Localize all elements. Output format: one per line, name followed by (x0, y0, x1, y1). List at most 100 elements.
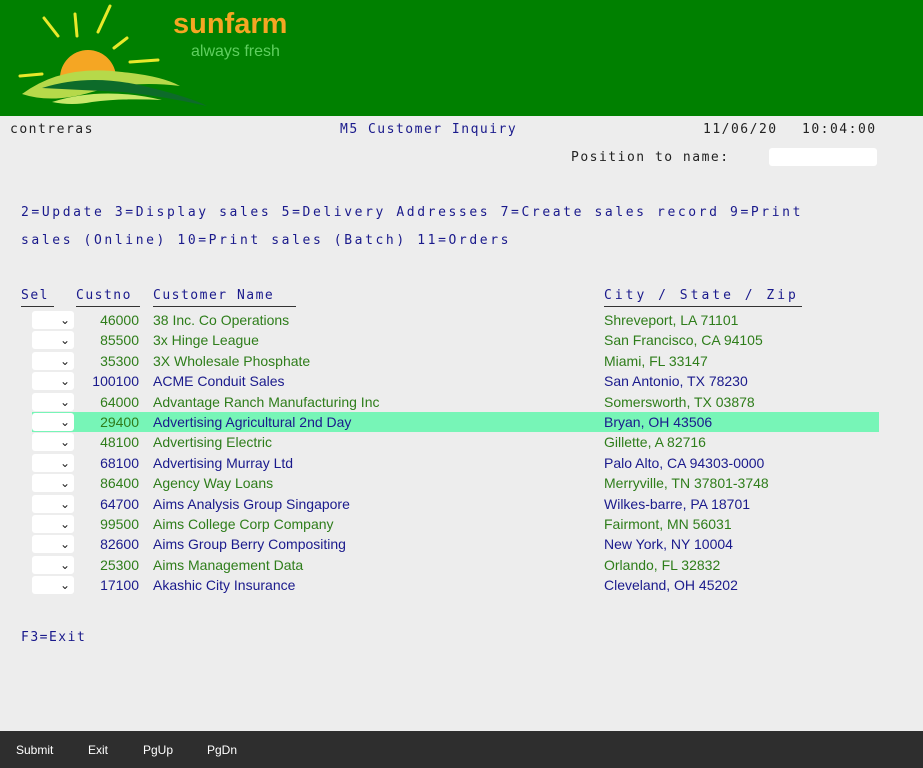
city-cell: Miami, FL 33147 (604, 353, 708, 369)
city-cell: Gillette, A 82716 (604, 434, 706, 450)
table-row[interactable]: ⌄ 25300 Aims Management Data Orlando, FL 32… (32, 555, 879, 575)
custno-cell: 86400 (100, 475, 139, 491)
chevron-down-icon: ⌄ (59, 476, 70, 490)
customer-name-cell: Aims Management Data (153, 557, 304, 573)
table-row[interactable]: ⌄ 35300 3X Wholesale Phosphate Miami, FL 33… (32, 351, 879, 371)
custno-cell: 46000 (100, 312, 139, 328)
custno-cell: 35300 (100, 353, 139, 369)
user-name: contreras (10, 122, 94, 137)
city-cell: Fairmont, MN 56031 (604, 516, 732, 532)
table-row[interactable]: ⌄ 68100 Advertising Murray Ltd Palo Alto, C… (32, 453, 879, 473)
row-option-select[interactable]: ⌄ (32, 454, 74, 472)
row-option-select[interactable]: ⌄ (32, 372, 74, 390)
row-option-select[interactable]: ⌄ (32, 556, 74, 574)
customer-name-cell: 3X Wholesale Phosphate (153, 353, 311, 369)
customer-name-cell: Advantage Ranch Manufacturing Inc (153, 394, 380, 410)
header-banner: sunfarm always fresh (0, 0, 923, 116)
city-cell: New York, NY 10004 (604, 536, 733, 552)
table-row[interactable]: ⌄ 100100 ACME Conduit Sales San Antonio, TX… (32, 371, 879, 391)
header-underline (604, 306, 802, 307)
custno-cell: 48100 (100, 434, 139, 450)
exit-button[interactable]: Exit (88, 743, 108, 757)
page-title: M5 Customer Inquiry (340, 122, 518, 137)
chevron-down-icon: ⌄ (59, 497, 70, 511)
customer-name-cell: Advertising Murray Ltd (153, 455, 294, 471)
city-cell: Wilkes-barre, PA 18701 (604, 496, 751, 512)
row-option-select[interactable]: ⌄ (32, 352, 74, 370)
options-line-2: sales (Online) 10=Print sales (Batch) 11… (21, 233, 512, 248)
custno-cell: 64700 (100, 496, 139, 512)
table-row[interactable]: ⌄ 17100 Akashic City Insurance Cleveland, O… (32, 575, 879, 595)
column-header-name: Customer Name (153, 288, 275, 303)
customer-name-cell: Agency Way Loans (153, 475, 274, 491)
time-display: 10:04:00 (802, 122, 877, 137)
header-underline (153, 306, 296, 307)
row-option-select[interactable]: ⌄ (32, 413, 74, 431)
customer-name-cell: Aims College Corp Company (153, 516, 334, 532)
chevron-down-icon: ⌄ (59, 354, 70, 368)
table-row[interactable]: ⌄ 99500 Aims College Corp Company Fairmont,… (32, 514, 879, 534)
customer-name-cell: Aims Group Berry Compositing (153, 536, 346, 552)
city-cell: Merryville, TN 37801-3748 (604, 475, 769, 491)
custno-cell: 82600 (100, 536, 139, 552)
row-option-select[interactable]: ⌄ (32, 433, 74, 451)
city-cell: Somersworth, TX 03878 (604, 394, 755, 410)
row-option-select[interactable]: ⌄ (32, 311, 74, 329)
custno-cell: 25300 (100, 557, 139, 573)
page-down-button[interactable]: PgDn (207, 743, 237, 757)
column-header-city: City / State / Zip (604, 288, 799, 303)
brand-tagline: always fresh (191, 43, 280, 60)
position-to-name-input[interactable] (769, 148, 877, 166)
chevron-down-icon: ⌄ (59, 517, 70, 531)
exit-hint: F3=Exit (21, 630, 87, 645)
table-row[interactable]: ⌄ 85500 3x Hinge League San Francisco, CA 9… (32, 330, 879, 350)
header-underline (76, 306, 140, 307)
city-cell: Bryan, OH 43506 (604, 414, 713, 430)
brand-name: sunfarm (173, 8, 288, 40)
custno-cell: 99500 (100, 516, 139, 532)
chevron-down-icon: ⌄ (59, 537, 70, 551)
column-header-custno: Custno (76, 288, 132, 303)
customer-name-cell: 38 Inc. Co Operations (153, 312, 290, 328)
row-option-select[interactable]: ⌄ (32, 393, 74, 411)
chevron-down-icon: ⌄ (59, 578, 70, 592)
city-cell: Orlando, FL 32832 (604, 557, 721, 573)
options-line-1: 2=Update 3=Display sales 5=Delivery Addr… (21, 205, 803, 220)
page-up-button[interactable]: PgUp (143, 743, 173, 757)
chevron-down-icon: ⌄ (59, 374, 70, 388)
date-display: 11/06/20 (703, 122, 778, 137)
table-row[interactable]: ⌄ 82600 Aims Group Berry Compositing New Yo… (32, 534, 879, 554)
row-option-select[interactable]: ⌄ (32, 474, 74, 492)
row-option-select[interactable]: ⌄ (32, 535, 74, 553)
position-label: Position to name: (571, 150, 730, 165)
row-option-select[interactable]: ⌄ (32, 331, 74, 349)
footer-bar: Submit Exit PgUp PgDn (0, 731, 923, 768)
custno-cell: 29400 (100, 414, 139, 430)
custno-cell: 100100 (92, 373, 139, 389)
customer-name-cell: ACME Conduit Sales (153, 373, 285, 389)
row-option-select[interactable]: ⌄ (32, 515, 74, 533)
header-underline (21, 306, 54, 307)
submit-button[interactable]: Submit (16, 743, 53, 757)
custno-cell: 85500 (100, 332, 139, 348)
table-row[interactable]: ⌄ 48100 Advertising Electric Gillette, A 82… (32, 432, 879, 452)
table-row[interactable]: ⌄ 46000 38 Inc. Co Operations Shreveport, L… (32, 310, 879, 330)
table-row[interactable]: ⌄ 64000 Advantage Ranch Manufacturing Inc S… (32, 392, 879, 412)
city-cell: Palo Alto, CA 94303-0000 (604, 455, 765, 471)
row-option-select[interactable]: ⌄ (32, 576, 74, 594)
customer-name-cell: Akashic City Insurance (153, 577, 296, 593)
customer-name-cell: 3x Hinge League (153, 332, 259, 348)
city-cell: San Francisco, CA 94105 (604, 332, 763, 348)
table-row[interactable]: ⌄ 29400 Advertising Agricultural 2nd Day Br… (32, 412, 879, 432)
table-row[interactable]: ⌄ 64700 Aims Analysis Group Singapore Wilke… (32, 494, 879, 514)
chevron-down-icon: ⌄ (59, 435, 70, 449)
chevron-down-icon: ⌄ (59, 395, 70, 409)
row-option-select[interactable]: ⌄ (32, 495, 74, 513)
custno-cell: 64000 (100, 394, 139, 410)
column-header-sel: Sel (21, 288, 49, 303)
table-row[interactable]: ⌄ 86400 Agency Way Loans Merryville, TN 378… (32, 473, 879, 493)
city-cell: Shreveport, LA 71101 (604, 312, 739, 328)
chevron-down-icon: ⌄ (59, 558, 70, 572)
chevron-down-icon: ⌄ (59, 313, 70, 327)
city-cell: San Antonio, TX 78230 (604, 373, 748, 389)
